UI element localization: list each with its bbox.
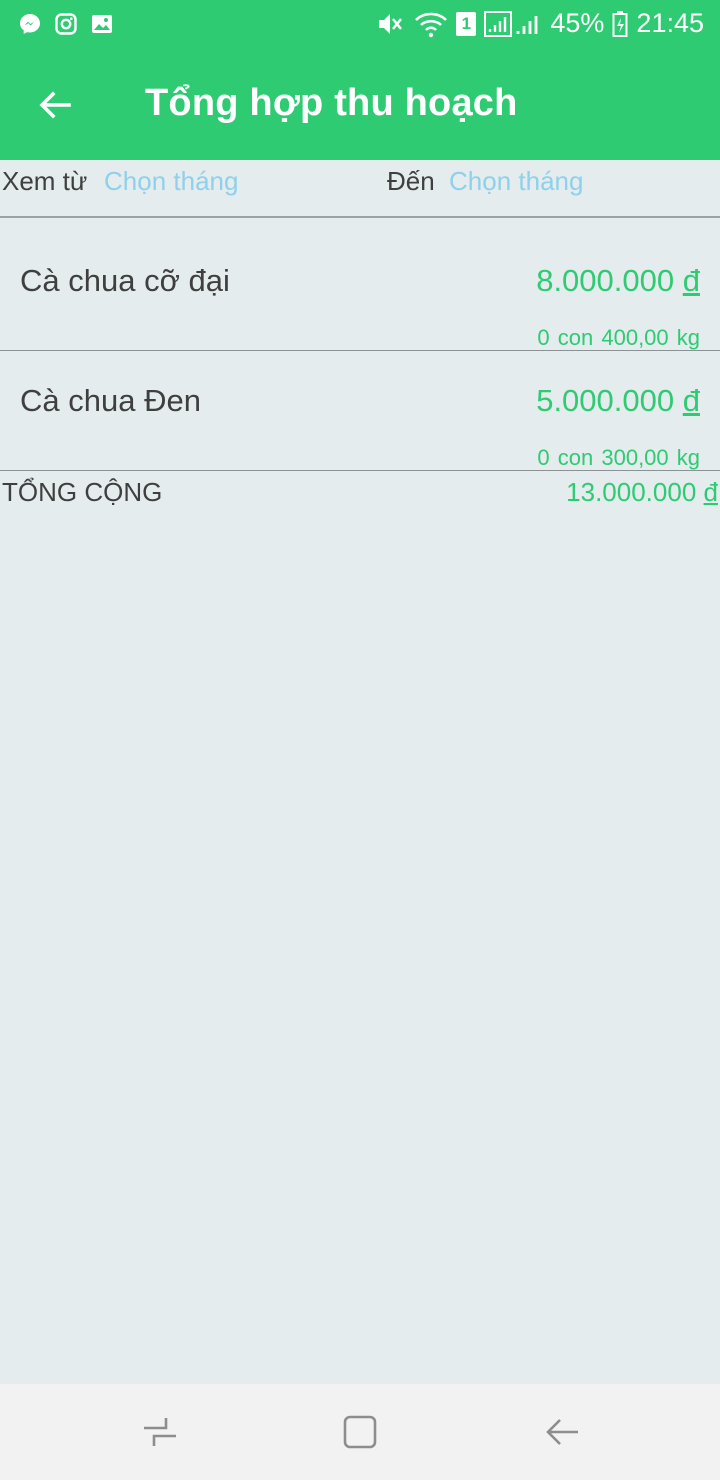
month-filter: Xem từ Chọn tháng Đến Chọn tháng xyxy=(0,160,720,216)
from-month-picker[interactable]: Chọn tháng xyxy=(104,166,238,197)
recent-apps-icon xyxy=(144,1418,176,1446)
battery-icon xyxy=(612,10,628,38)
harvest-item[interactable]: Cà chua cỡ đại 8.000.000 đ 0 con 400,00 … xyxy=(0,231,720,351)
total-amount: 13.000.000 đ xyxy=(566,477,718,507)
page-title: Tổng hợp thu hoạch xyxy=(145,82,518,124)
from-label: Xem từ xyxy=(2,166,88,196)
harvest-item[interactable]: Cà chua Đen 5.000.000 đ 0 con 300,00 kg xyxy=(0,351,720,471)
divider xyxy=(0,216,720,218)
instagram-icon xyxy=(54,12,78,36)
messenger-icon xyxy=(18,12,42,36)
gallery-icon xyxy=(90,12,114,36)
recent-apps-button[interactable] xyxy=(140,1412,180,1452)
arrow-left-icon xyxy=(39,91,71,119)
nav-back-button[interactable] xyxy=(542,1412,582,1452)
total-row: TỔNG CỘNG 13.000.000 đ xyxy=(0,472,720,512)
app-bar: Tổng hợp thu hoạch xyxy=(0,50,720,160)
battery-percent: 45% xyxy=(550,8,605,38)
item-name: Cà chua cỡ đại xyxy=(20,263,230,298)
signal-icon xyxy=(484,10,542,38)
status-bar: 1 45% 21:45 xyxy=(0,0,720,50)
home-icon xyxy=(343,1415,377,1449)
item-amount: 8.000.000 đ xyxy=(536,263,700,298)
to-label: Đến xyxy=(387,166,435,196)
clock: 21:45 xyxy=(636,8,704,38)
item-quantity: 0 con 400,00 kg xyxy=(537,325,700,350)
wifi-icon xyxy=(414,10,448,38)
item-quantity: 0 con 300,00 kg xyxy=(537,445,700,470)
item-name: Cà chua Đen xyxy=(20,383,201,418)
total-label: TỔNG CỘNG xyxy=(2,477,163,507)
sim-slot-icon: 1 xyxy=(456,11,477,36)
system-nav-bar xyxy=(0,1384,720,1480)
to-month-picker[interactable]: Chọn tháng xyxy=(449,166,583,197)
home-button[interactable] xyxy=(340,1412,380,1452)
mute-icon xyxy=(376,10,406,38)
divider xyxy=(0,470,720,471)
item-amount: 5.000.000 đ xyxy=(536,383,700,418)
back-button[interactable] xyxy=(30,80,80,130)
back-icon xyxy=(546,1419,578,1445)
